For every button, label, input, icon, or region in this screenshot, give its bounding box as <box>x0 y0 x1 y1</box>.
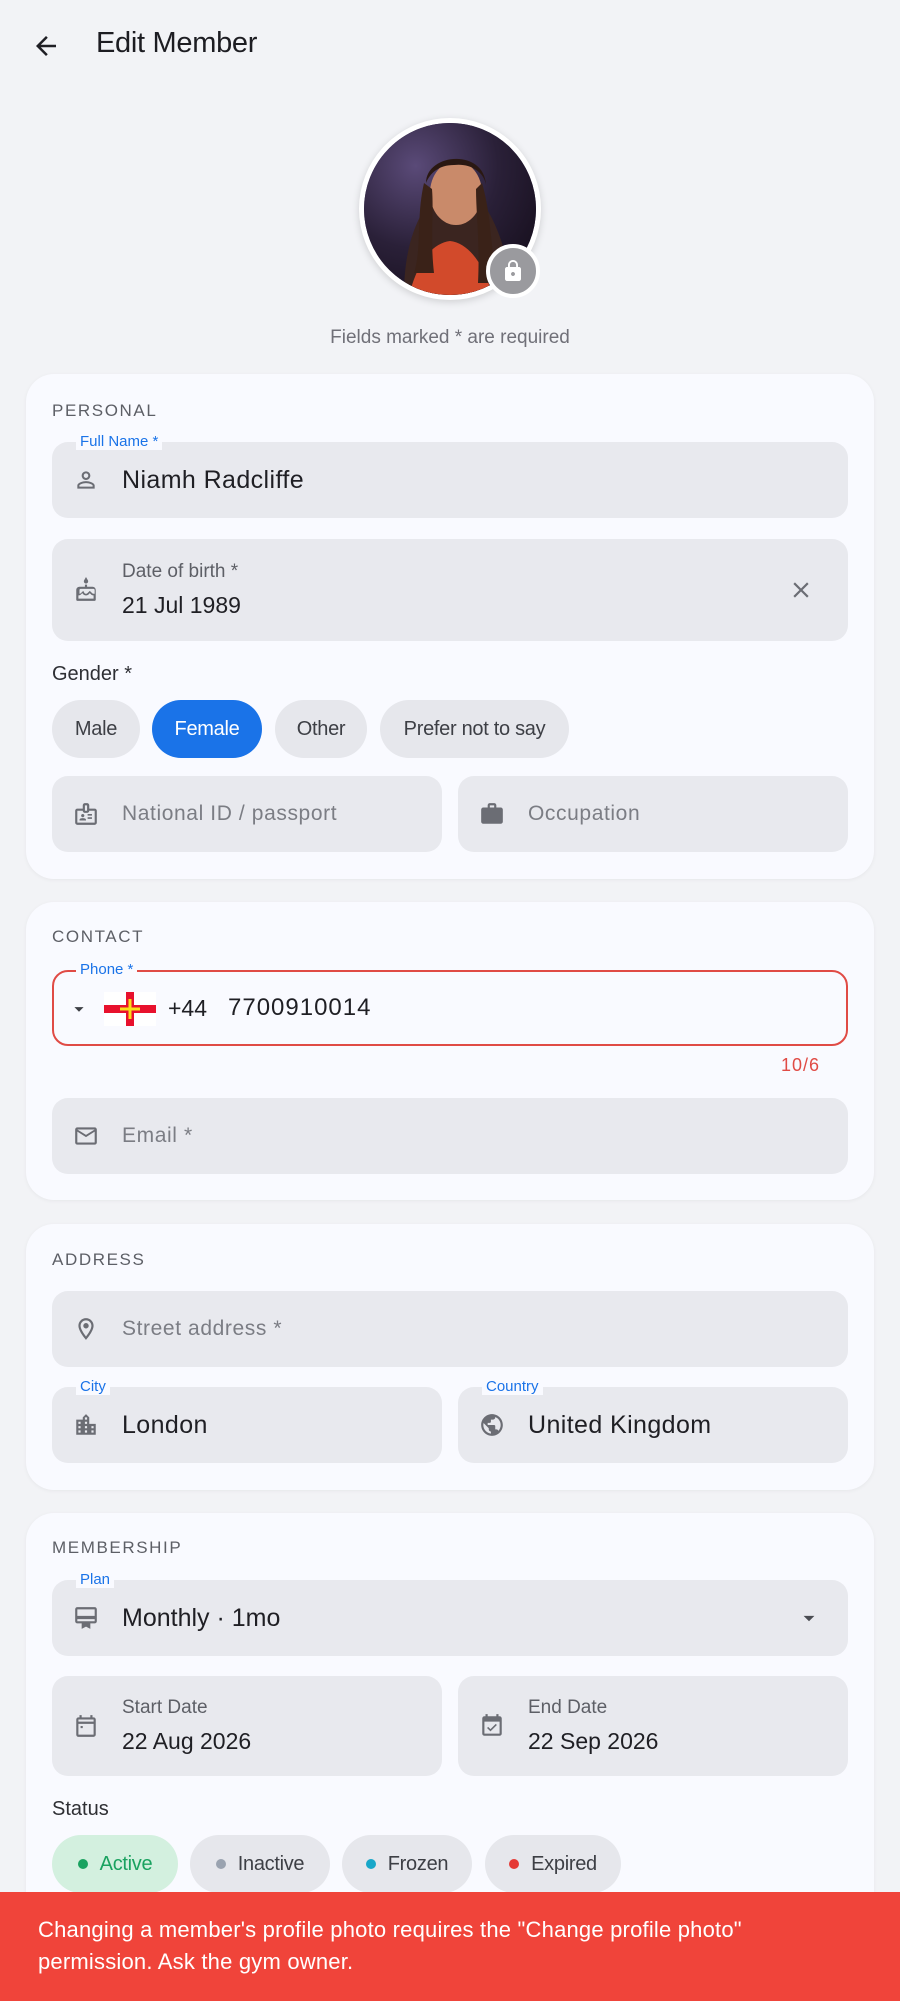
city-field[interactable]: London <box>52 1387 442 1463</box>
street-address-field[interactable]: Street address * <box>52 1291 848 1367</box>
status-chip-label: Expired <box>531 1852 597 1875</box>
gender-chip-other[interactable]: Other <box>275 700 367 758</box>
full-name-value: Niamh Radcliffe <box>122 465 305 494</box>
end-date-label: End Date <box>528 1697 608 1718</box>
status-label: Status <box>52 1798 109 1820</box>
gender-chip-prefer-not[interactable]: Prefer not to say <box>380 700 569 758</box>
gender-chip-female[interactable]: Female <box>152 700 262 758</box>
city-icon <box>72 1411 100 1439</box>
dob-field[interactable]: Date of birth * 21 Jul 1989 <box>52 539 848 641</box>
section-title-contact: CONTACT <box>52 927 145 946</box>
change-photo-lock-button[interactable] <box>486 244 540 298</box>
dob-label: Date of birth * <box>122 561 239 582</box>
street-address-placeholder: Street address * <box>122 1317 283 1340</box>
contact-card: CONTACT +44 7700910014 Phone * 10/6 Emai… <box>26 902 874 1200</box>
country-label: Country <box>482 1378 543 1395</box>
membership-card: MEMBERSHIP Monthly · 1mo Plan Start Date… <box>26 1513 874 1933</box>
clear-dob-button[interactable] <box>788 577 814 608</box>
snackbar-message: Changing a member's profile photo requir… <box>38 1917 742 1974</box>
required-hint: Fields marked * are required <box>330 327 570 348</box>
page-title: Edit Member <box>96 27 258 59</box>
address-card: ADDRESS Street address * London City Uni… <box>26 1224 874 1490</box>
phone-value: 7700910014 <box>228 994 372 1021</box>
status-chip-label: Active <box>99 1852 153 1875</box>
status-chip-inactive[interactable]: Inactive <box>190 1835 330 1893</box>
section-title-membership: MEMBERSHIP <box>52 1538 183 1557</box>
calendar-icon <box>72 1712 100 1740</box>
city-value: London <box>122 1410 208 1439</box>
status-dot <box>215 1859 226 1869</box>
lock-icon <box>505 260 521 281</box>
mail-icon <box>72 1122 100 1150</box>
location-pin-icon <box>72 1315 100 1343</box>
card-membership-icon <box>72 1604 100 1632</box>
dropdown-arrow-icon <box>796 1605 822 1636</box>
country-code-dropdown[interactable] <box>68 998 90 1025</box>
avatar-container <box>359 118 541 300</box>
plan-value: Monthly · 1mo <box>122 1603 281 1632</box>
full-name-field[interactable]: Niamh Radcliffe <box>52 442 848 518</box>
phone-label: Phone * <box>76 961 138 978</box>
start-date-label: Start Date <box>122 1697 208 1718</box>
plan-select[interactable]: Monthly · 1mo <box>52 1580 848 1656</box>
status-dot <box>365 1859 376 1869</box>
phone-field[interactable]: +44 7700910014 <box>52 970 848 1046</box>
full-name-label: Full Name * <box>76 433 163 450</box>
guernsey-flag-icon <box>104 992 156 1026</box>
gender-chip-male[interactable]: Male <box>52 700 140 758</box>
briefcase-icon <box>478 800 506 828</box>
person-icon <box>72 466 100 494</box>
globe-icon <box>478 1411 506 1439</box>
close-icon <box>793 582 809 598</box>
occupation-field[interactable]: Occupation <box>458 776 848 852</box>
section-title-address: ADDRESS <box>52 1250 146 1269</box>
occupation-placeholder: Occupation <box>528 802 641 825</box>
app-bar: Edit Member <box>0 0 900 90</box>
permission-error-snackbar: Changing a member's profile photo requir… <box>0 1892 900 2001</box>
personal-card: PERSONAL Niamh Radcliffe Full Name * Dat… <box>26 374 874 879</box>
dial-code: +44 <box>168 994 208 1021</box>
status-chip-label: Frozen <box>387 1852 449 1875</box>
phone-char-counter: 10/6 <box>780 1055 820 1075</box>
start-date-value: 22 Aug 2026 <box>122 1728 252 1754</box>
dob-value: 21 Jul 1989 <box>122 592 241 618</box>
end-date-value: 22 Sep 2026 <box>528 1728 659 1754</box>
city-label: City <box>76 1378 110 1395</box>
id-card-icon <box>72 800 100 828</box>
caret-down-icon <box>74 1007 84 1012</box>
section-title-personal: PERSONAL <box>52 401 158 420</box>
back-button[interactable] <box>26 26 66 66</box>
calendar-check-icon <box>478 1712 506 1740</box>
arrow-left-icon <box>36 36 56 56</box>
email-field[interactable]: Email * <box>52 1098 848 1174</box>
status-chip-frozen[interactable]: Frozen <box>342 1835 472 1893</box>
plan-label: Plan <box>76 1571 115 1588</box>
status-chip-active[interactable]: Active <box>52 1835 178 1893</box>
country-field[interactable]: United Kingdom <box>458 1387 848 1463</box>
country-value: United Kingdom <box>528 1410 712 1439</box>
gender-label: Gender * <box>52 663 133 685</box>
end-date-field[interactable]: End Date 22 Sep 2026 <box>458 1676 848 1776</box>
start-date-field[interactable]: Start Date 22 Aug 2026 <box>52 1676 442 1776</box>
status-chip-expired[interactable]: Expired <box>485 1835 621 1893</box>
status-chip-label: Inactive <box>237 1852 305 1875</box>
national-id-field[interactable]: National ID / passport <box>52 776 442 852</box>
status-dot <box>77 1859 88 1869</box>
cake-icon <box>72 576 100 604</box>
email-placeholder: Email * <box>122 1124 193 1147</box>
national-id-placeholder: National ID / passport <box>122 802 338 825</box>
status-dot <box>509 1859 520 1869</box>
